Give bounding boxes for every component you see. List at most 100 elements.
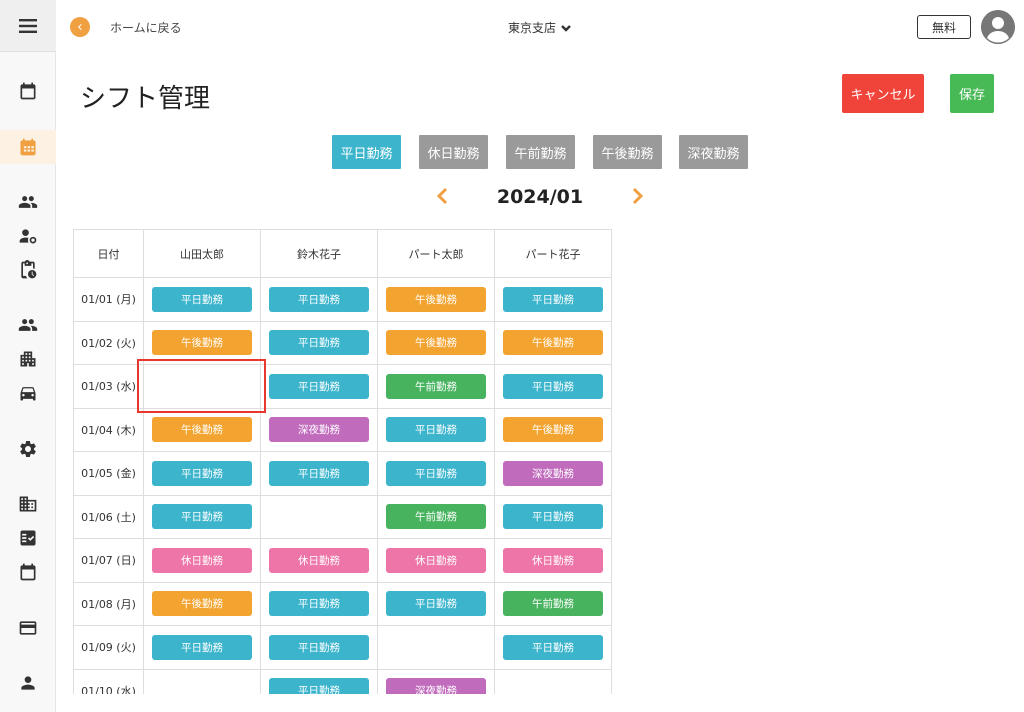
shift-cell[interactable]: 平日勤務: [260, 451, 378, 496]
sidebar-item-vehicles[interactable]: [18, 383, 38, 403]
shift-chip[interactable]: 休日勤務: [152, 547, 252, 573]
shift-table-container[interactable]: 日付 山田太郎 鈴木花子 パート太郎 パート花子 01/01 (月) 平日勤務 平日…: [73, 229, 613, 694]
shift-chip[interactable]: 午後勤務: [152, 417, 252, 443]
shift-chip[interactable]: 平日勤務: [152, 286, 252, 312]
shift-chip[interactable]: 深夜勤務: [503, 460, 603, 486]
shift-chip[interactable]: 平日勤務: [269, 591, 369, 617]
shift-cell[interactable]: 平日勤務: [494, 494, 612, 539]
back-link[interactable]: ホームに戻る: [110, 19, 182, 36]
shift-cell[interactable]: 午後勤務: [143, 320, 261, 365]
shift-type-morning[interactable]: 午前勤務: [506, 135, 575, 169]
sidebar-item-account[interactable]: [18, 673, 38, 693]
shift-cell[interactable]: 平日勤務: [260, 364, 378, 409]
shift-chip[interactable]: 平日勤務: [152, 634, 252, 660]
shift-chip[interactable]: 平日勤務: [269, 460, 369, 486]
sidebar-item-buildings[interactable]: [18, 349, 38, 369]
shift-cell[interactable]: 午前勤務: [494, 581, 612, 626]
shift-chip[interactable]: 午前勤務: [386, 504, 486, 530]
shift-chip[interactable]: 平日勤務: [386, 460, 486, 486]
shift-chip[interactable]: 平日勤務: [269, 330, 369, 356]
shift-chip[interactable]: 午後勤務: [152, 330, 252, 356]
shift-chip[interactable]: 平日勤務: [386, 591, 486, 617]
shift-type-afternoon[interactable]: 午後勤務: [593, 135, 662, 169]
shift-chip[interactable]: 平日勤務: [269, 373, 369, 399]
shift-chip[interactable]: 休日勤務: [386, 547, 486, 573]
shift-chip[interactable]: 深夜勤務: [269, 417, 369, 443]
shift-cell[interactable]: 午後勤務: [143, 581, 261, 626]
shift-chip[interactable]: 平日勤務: [503, 634, 603, 660]
shift-chip[interactable]: 休日勤務: [269, 547, 369, 573]
shift-cell[interactable]: 休日勤務: [494, 538, 612, 583]
shift-cell[interactable]: 午前勤務: [377, 494, 495, 539]
shift-cell[interactable]: 午後勤務: [143, 407, 261, 452]
shift-cell[interactable]: [143, 364, 261, 409]
shift-cell[interactable]: 平日勤務: [494, 277, 612, 322]
sidebar-item-events[interactable]: [18, 562, 38, 582]
sidebar-item-shift[interactable]: [18, 137, 38, 157]
sidebar-item-settings[interactable]: [18, 439, 38, 459]
shift-type-holiday[interactable]: 休日勤務: [419, 135, 488, 169]
shift-cell[interactable]: 平日勤務: [494, 625, 612, 670]
shift-chip[interactable]: 午前勤務: [386, 373, 486, 399]
shift-chip[interactable]: 平日勤務: [386, 417, 486, 443]
shift-cell[interactable]: 午後勤務: [494, 320, 612, 365]
shift-chip[interactable]: 平日勤務: [503, 504, 603, 530]
shift-cell[interactable]: 平日勤務: [260, 625, 378, 670]
shift-chip[interactable]: 平日勤務: [503, 373, 603, 399]
menu-button[interactable]: [0, 0, 56, 52]
shift-chip[interactable]: 平日勤務: [269, 678, 369, 694]
sidebar-item-groups[interactable]: [18, 315, 38, 335]
shift-cell[interactable]: 休日勤務: [377, 538, 495, 583]
avatar[interactable]: [981, 10, 1015, 44]
shift-cell[interactable]: 平日勤務: [260, 668, 378, 694]
shift-chip[interactable]: 午後勤務: [386, 286, 486, 312]
shift-cell[interactable]: [377, 625, 495, 670]
sidebar-item-checklist[interactable]: [18, 528, 38, 548]
shift-chip[interactable]: 平日勤務: [503, 286, 603, 312]
shift-cell[interactable]: 午前勤務: [377, 364, 495, 409]
shift-chip[interactable]: 午後勤務: [386, 330, 486, 356]
shift-cell[interactable]: 平日勤務: [260, 320, 378, 365]
sidebar-item-member-settings[interactable]: [18, 226, 38, 246]
shift-chip[interactable]: 午前勤務: [503, 591, 603, 617]
shift-chip[interactable]: 午後勤務: [152, 591, 252, 617]
shift-chip[interactable]: 平日勤務: [269, 286, 369, 312]
shift-cell[interactable]: 平日勤務: [377, 581, 495, 626]
shift-cell[interactable]: [143, 668, 261, 694]
shift-cell[interactable]: 平日勤務: [377, 451, 495, 496]
sidebar-item-company[interactable]: [18, 494, 38, 514]
shift-cell[interactable]: 平日勤務: [143, 494, 261, 539]
sidebar-item-attendance[interactable]: [18, 260, 38, 280]
shift-cell[interactable]: [494, 668, 612, 694]
shift-chip[interactable]: 深夜勤務: [386, 678, 486, 694]
shift-cell[interactable]: 休日勤務: [260, 538, 378, 583]
shift-cell[interactable]: 平日勤務: [143, 277, 261, 322]
save-button[interactable]: 保存: [950, 74, 994, 113]
shift-cell[interactable]: 深夜勤務: [377, 668, 495, 694]
shift-type-night[interactable]: 深夜勤務: [679, 135, 748, 169]
next-month-button[interactable]: [627, 181, 647, 211]
shift-cell[interactable]: 午後勤務: [377, 320, 495, 365]
shift-cell[interactable]: 平日勤務: [143, 451, 261, 496]
shift-cell[interactable]: 平日勤務: [260, 277, 378, 322]
sidebar-item-members[interactable]: [18, 192, 38, 212]
prev-month-button[interactable]: [433, 181, 453, 211]
shift-chip[interactable]: 午後勤務: [503, 330, 603, 356]
shift-chip[interactable]: 平日勤務: [269, 634, 369, 660]
back-button[interactable]: [70, 17, 90, 37]
shift-chip[interactable]: 平日勤務: [152, 504, 252, 530]
shift-cell[interactable]: 深夜勤務: [494, 451, 612, 496]
shift-cell[interactable]: 午後勤務: [494, 407, 612, 452]
branch-selector[interactable]: 東京支店: [508, 19, 572, 36]
shift-cell[interactable]: 平日勤務: [143, 625, 261, 670]
shift-cell[interactable]: 平日勤務: [377, 407, 495, 452]
shift-cell[interactable]: 平日勤務: [494, 364, 612, 409]
shift-cell[interactable]: 平日勤務: [260, 581, 378, 626]
cancel-button[interactable]: キャンセル: [842, 74, 924, 113]
shift-chip[interactable]: 休日勤務: [503, 547, 603, 573]
shift-cell[interactable]: 休日勤務: [143, 538, 261, 583]
shift-cell[interactable]: 午後勤務: [377, 277, 495, 322]
shift-type-weekday[interactable]: 平日勤務: [332, 135, 401, 169]
shift-chip[interactable]: 平日勤務: [152, 460, 252, 486]
shift-chip[interactable]: 午後勤務: [503, 417, 603, 443]
